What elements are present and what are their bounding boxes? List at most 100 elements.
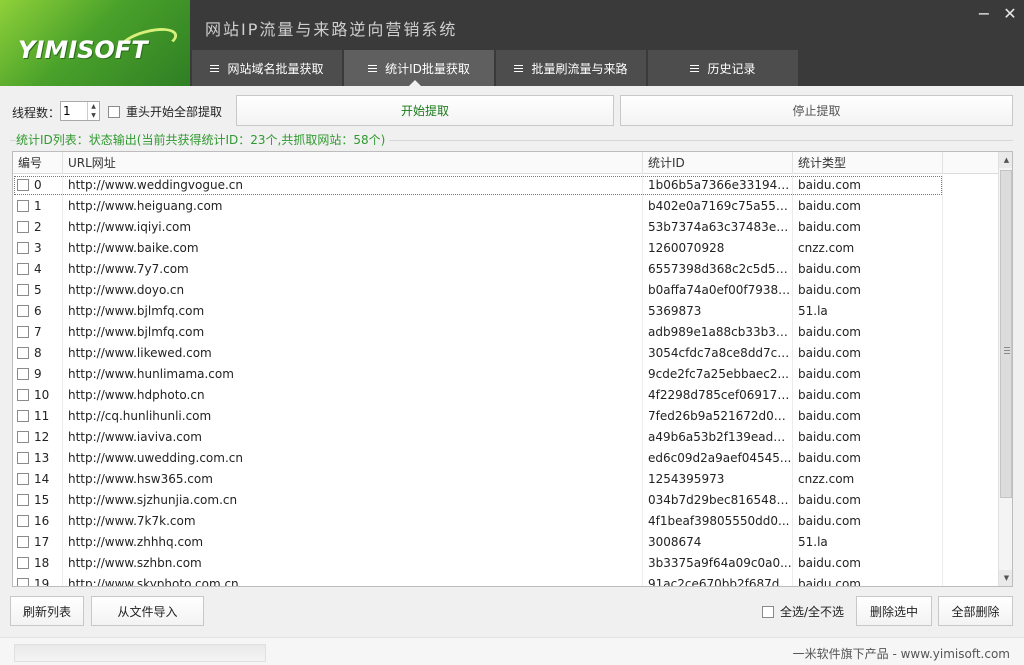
table-row[interactable]: 12 http://www.iaviva.com a49b6a53b2f139ead… (13, 427, 998, 448)
start-extract-button[interactable]: 开始提取 (236, 95, 614, 126)
row-url: http://www.weddingvogue.cn (63, 175, 643, 196)
row-checkbox[interactable] (17, 367, 29, 380)
row-number: 0 (34, 178, 42, 192)
table-row[interactable]: 16 http://www.7k7k.com 4f1beaf39805550dd0.… (13, 511, 998, 532)
table-row[interactable]: 17 http://www.zhhhq.com 3008674 51.la (13, 532, 998, 553)
select-all-option[interactable]: 全选/全不选 (762, 603, 844, 620)
scroll-thumb[interactable] (1000, 170, 1012, 498)
stepper-arrows[interactable]: ▲ ▼ (87, 102, 99, 120)
row-checkbox[interactable] (17, 346, 29, 359)
restart-all-checkbox[interactable] (108, 105, 120, 118)
row-url: http://www.bjlmfq.com (63, 322, 643, 343)
row-url: http://www.skyphoto.com.cn (63, 574, 643, 586)
thread-count-stepper[interactable]: ▲ ▼ (60, 101, 100, 121)
row-number-cell: 8 (13, 343, 63, 364)
row-checkbox[interactable] (17, 472, 29, 485)
restart-all-option[interactable]: 重头开始全部提取 (108, 103, 222, 120)
table-row[interactable]: 7 http://www.bjlmfq.com adb989e1a88cb33b36… (13, 322, 998, 343)
table-row[interactable]: 14 http://www.hsw365.com 1254395973 cnzz.co… (13, 469, 998, 490)
row-number: 4 (34, 262, 42, 276)
row-url: http://cq.hunlihunli.com (63, 406, 643, 427)
row-checkbox[interactable] (17, 283, 29, 296)
thread-count-input[interactable] (61, 102, 87, 120)
row-stat-id: b402e0a7169c75a559... (643, 196, 793, 217)
row-checkbox[interactable] (17, 325, 29, 338)
row-checkbox[interactable] (17, 178, 29, 191)
column-header-stat-type[interactable]: 统计类型 (793, 152, 943, 174)
scroll-up-icon[interactable]: ▲ (999, 152, 1012, 168)
row-number-cell: 15 (13, 490, 63, 511)
row-url: http://www.iqiyi.com (63, 217, 643, 238)
row-stat-id: 6557398d368c2c5d56... (643, 259, 793, 280)
table-row[interactable]: 10 http://www.hdphoto.cn 4f2298d785cef0691… (13, 385, 998, 406)
tab-traffic-batch[interactable]: 批量刷流量与来路 (496, 50, 646, 86)
stepper-up-icon[interactable]: ▲ (88, 102, 99, 111)
row-number-cell: 17 (13, 532, 63, 553)
table-row[interactable]: 6 http://www.bjlmfq.com 5369873 51.la (13, 301, 998, 322)
delete-all-button[interactable]: 全部删除 (938, 596, 1013, 626)
table-row[interactable]: 18 http://www.szhbn.com 3b3375a9f64a09c0a0… (13, 553, 998, 574)
row-stat-type: baidu.com (793, 490, 943, 511)
column-header-no[interactable]: 编号 (13, 152, 63, 174)
delete-selected-button[interactable]: 删除选中 (856, 596, 932, 626)
row-number: 3 (34, 241, 42, 255)
stop-extract-button[interactable]: 停止提取 (620, 95, 1013, 126)
row-checkbox[interactable] (17, 304, 29, 317)
row-stat-id: b0affa74a0ef00f79380... (643, 280, 793, 301)
table-row[interactable]: 1 http://www.heiguang.com b402e0a7169c75a5… (13, 196, 998, 217)
row-checkbox[interactable] (17, 199, 29, 212)
row-number-cell: 12 (13, 427, 63, 448)
row-number-cell: 14 (13, 469, 63, 490)
row-checkbox[interactable] (17, 241, 29, 254)
table-row[interactable]: 15 http://www.sjzhunjia.com.cn 034b7d29bec… (13, 490, 998, 511)
table-row[interactable]: 13 http://www.uwedding.com.cn ed6c09d2a9ae… (13, 448, 998, 469)
row-checkbox[interactable] (17, 388, 29, 401)
row-number: 9 (34, 367, 42, 381)
tab-label: 历史记录 (707, 61, 756, 76)
row-checkbox[interactable] (17, 409, 29, 422)
table-row[interactable]: 3 http://www.baike.com 1260070928 cnzz.com (13, 238, 998, 259)
table-row[interactable]: 19 http://www.skyphoto.com.cn 91ac2ce670bb… (13, 574, 998, 587)
row-url: http://www.baike.com (63, 238, 643, 259)
row-stat-type: baidu.com (793, 322, 943, 343)
row-url: http://www.hsw365.com (63, 469, 643, 490)
row-checkbox[interactable] (17, 535, 29, 548)
table-row[interactable]: 11 http://cq.hunlihunli.com 7fed26b9a52167… (13, 406, 998, 427)
row-number-cell: 3 (13, 238, 63, 259)
table-row[interactable]: 5 http://www.doyo.cn b0affa74a0ef00f79380.… (13, 280, 998, 301)
tab-domain-batch[interactable]: 网站域名批量获取 (192, 50, 342, 86)
table-row[interactable]: 4 http://www.7y7.com 6557398d368c2c5d56...… (13, 259, 998, 280)
row-checkbox[interactable] (17, 577, 29, 586)
row-stat-type: baidu.com (793, 343, 943, 364)
row-stat-id: 1254395973 (643, 469, 793, 490)
table-row[interactable]: 8 http://www.likewed.com 3054cfdc7a8ce8dd7… (13, 343, 998, 364)
table-row[interactable]: 2 http://www.iqiyi.com 53b7374a63c37483e5.… (13, 217, 998, 238)
column-header-url[interactable]: URL网址 (63, 152, 643, 174)
row-checkbox[interactable] (17, 493, 29, 506)
row-checkbox[interactable] (17, 451, 29, 464)
row-stat-type: baidu.com (793, 196, 943, 217)
row-checkbox[interactable] (17, 556, 29, 569)
row-checkbox[interactable] (17, 220, 29, 233)
import-from-file-button[interactable]: 从文件导入 (91, 596, 204, 626)
table-scrollbar[interactable]: ▲ ▼ (998, 152, 1012, 586)
row-stat-id: adb989e1a88cb33b36... (643, 322, 793, 343)
minimize-button[interactable]: − (974, 4, 994, 24)
select-all-checkbox[interactable] (762, 605, 774, 618)
row-number: 19 (34, 577, 50, 587)
table-row[interactable]: 0 http://www.weddingvogue.cn 1b06b5a7366e3… (13, 175, 998, 196)
refresh-list-button[interactable]: 刷新列表 (10, 596, 84, 626)
table-row[interactable]: 9 http://www.hunlimama.com 9cde2fc7a25ebba… (13, 364, 998, 385)
tab-history[interactable]: 历史记录 (648, 50, 798, 86)
row-checkbox[interactable] (17, 514, 29, 527)
close-button[interactable]: ✕ (1000, 4, 1020, 24)
stepper-down-icon[interactable]: ▼ (88, 111, 99, 120)
scroll-down-icon[interactable]: ▼ (999, 570, 1012, 586)
footer-credit: 一米软件旗下产品 - www.yimisoft.com (792, 647, 1010, 661)
row-stat-id: 9cde2fc7a25ebbaec2... (643, 364, 793, 385)
row-stat-id: 4f2298d785cef06917c... (643, 385, 793, 406)
row-checkbox[interactable] (17, 262, 29, 275)
column-header-stat-id[interactable]: 统计ID (643, 152, 793, 174)
row-checkbox[interactable] (17, 430, 29, 443)
menu-icon (210, 64, 220, 72)
